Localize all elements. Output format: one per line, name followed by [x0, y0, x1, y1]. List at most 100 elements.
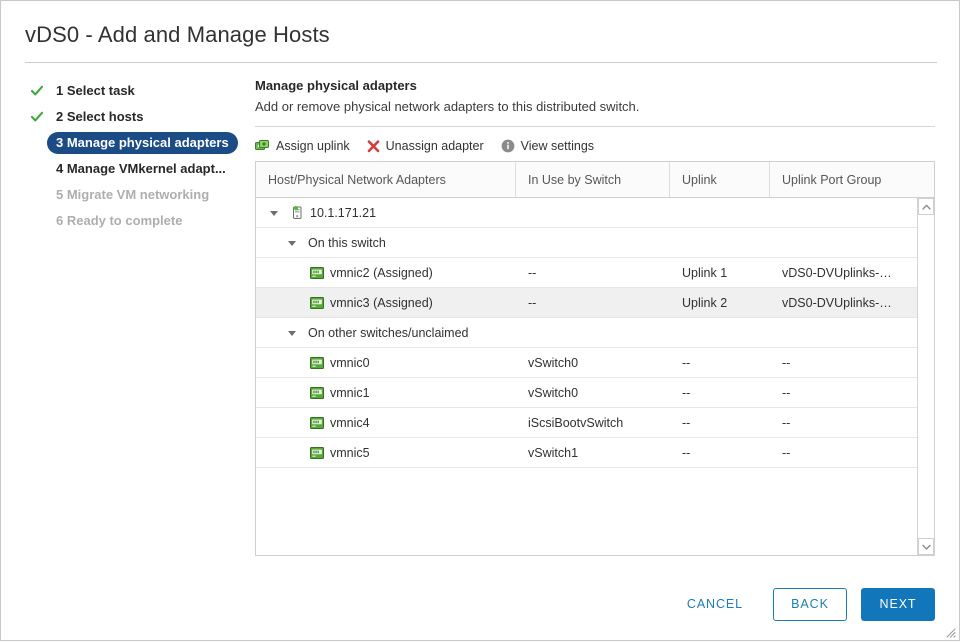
back-button[interactable]: BACK	[773, 587, 847, 621]
wizard-step-label: 1 Select task	[56, 83, 135, 98]
wizard-step-select-task[interactable]: 1 Select task	[25, 80, 245, 102]
scroll-down-button[interactable]	[918, 538, 934, 555]
table-row[interactable]: vmnic0 vSwitch0 -- --	[256, 348, 917, 378]
view-settings-label: View settings	[520, 139, 595, 153]
host-icon	[290, 205, 304, 220]
uplink-cell: --	[682, 415, 691, 430]
cancel-button[interactable]: CANCEL	[671, 588, 759, 621]
in-use-cell: iScsiBootvSwitch	[528, 415, 624, 430]
table-row[interactable]: vmnic4 iScsiBootvSwitch -- --	[256, 408, 917, 438]
table-header-row: Host/Physical Network Adapters In Use by…	[256, 162, 934, 198]
wizard-steps: 1 Select task 2 Select hosts 3 Manage ph…	[25, 77, 245, 568]
unassign-adapter-label: Unassign adapter	[385, 139, 484, 153]
chevron-up-icon	[921, 204, 931, 210]
column-header-uplink-port-group[interactable]: Uplink Port Group	[770, 162, 934, 197]
scrollbar-track[interactable]	[918, 215, 934, 538]
assign-uplink-label: Assign uplink	[276, 139, 350, 153]
column-header-host-physical-network-adapters[interactable]: Host/Physical Network Adapters	[256, 162, 516, 197]
wizard-step-label: 4 Manage VMkernel adapt...	[56, 161, 226, 176]
column-header-in-use-by-switch[interactable]: In Use by Switch	[516, 162, 670, 197]
adapter-name: vmnic1	[330, 385, 370, 400]
chevron-down-icon	[921, 544, 931, 550]
assign-uplink-icon	[255, 139, 270, 153]
adapter-cell: vmnic1	[256, 386, 516, 400]
pane-divider	[255, 126, 935, 127]
table-row[interactable]: On this switch	[256, 228, 917, 258]
adapter-cell: vmnic3 (Assigned)	[256, 296, 516, 310]
wizard-step-ready-to-complete: 6 Ready to complete	[25, 210, 245, 232]
table-row[interactable]: vmnic3 (Assigned) -- Uplink 2 vDS0-DVUpl…	[256, 288, 917, 318]
adapter-name: vmnic3 (Assigned)	[330, 295, 433, 310]
wizard-step-manage-physical-adapters[interactable]: 3 Manage physical adapters	[25, 132, 245, 154]
physical-adapters-table: Host/Physical Network Adapters In Use by…	[255, 161, 935, 556]
nic-icon	[310, 266, 324, 279]
adapter-cell: vmnic2 (Assigned)	[256, 266, 516, 280]
table-row[interactable]: vmnic1 vSwitch0 -- --	[256, 378, 917, 408]
nic-icon	[310, 446, 324, 459]
scroll-up-button[interactable]	[918, 198, 934, 215]
uplink-cell: Uplink 2	[682, 295, 728, 310]
uplink-port-group-cell: vDS0-DVUplinks-…	[782, 265, 892, 280]
table-body-area: 10.1.171.21 On this switch vmnic2 (Assig…	[256, 198, 934, 555]
table-row[interactable]: 10.1.171.21	[256, 198, 917, 228]
resize-grip-icon[interactable]	[944, 625, 956, 638]
assign-uplink-button[interactable]: Assign uplink	[255, 139, 350, 153]
adapter-name: vmnic0	[330, 355, 370, 370]
in-use-cell: --	[528, 295, 537, 310]
uplink-port-group-cell: --	[782, 385, 791, 400]
group-label: On this switch	[308, 235, 386, 250]
host-name: 10.1.171.21	[310, 205, 377, 220]
dialog-body: 1 Select task 2 Select hosts 3 Manage ph…	[1, 63, 959, 568]
table-body: 10.1.171.21 On this switch vmnic2 (Assig…	[256, 198, 917, 555]
info-icon	[501, 139, 515, 153]
wizard-step-label: 6 Ready to complete	[56, 213, 183, 228]
in-use-cell: --	[528, 265, 537, 280]
content-pane: Manage physical adapters Add or remove p…	[245, 77, 935, 568]
table-row[interactable]: vmnic5 vSwitch1 -- --	[256, 438, 917, 468]
wizard-step-label: 3 Manage physical adapters	[47, 132, 238, 154]
uplink-port-group-cell: --	[782, 445, 791, 460]
adapter-cell: vmnic5	[256, 446, 516, 460]
group-cell: On this switch	[256, 236, 516, 250]
column-header-uplink[interactable]: Uplink	[670, 162, 770, 197]
table-vertical-scrollbar[interactable]	[917, 198, 934, 555]
unassign-adapter-button[interactable]: Unassign adapter	[367, 139, 484, 153]
check-icon	[30, 85, 44, 97]
table-row[interactable]: vmnic2 (Assigned) -- Uplink 1 vDS0-DVUpl…	[256, 258, 917, 288]
page-title: vDS0 - Add and Manage Hosts	[25, 22, 330, 47]
wizard-step-manage-vmkernel-adapters[interactable]: 4 Manage VMkernel adapt...	[25, 158, 245, 180]
uplink-cell: --	[682, 355, 691, 370]
next-button[interactable]: NEXT	[861, 587, 935, 621]
close-x-icon	[367, 139, 380, 153]
pane-subtitle: Add or remove physical network adapters …	[255, 99, 640, 114]
adapter-name: vmnic2 (Assigned)	[330, 265, 433, 280]
uplink-cell: --	[682, 445, 691, 460]
adapter-cell: vmnic0	[256, 356, 516, 370]
collapse-caret-icon[interactable]	[288, 331, 296, 336]
collapse-caret-icon[interactable]	[288, 241, 296, 246]
uplink-port-group-cell: --	[782, 415, 791, 430]
add-and-manage-hosts-dialog: vDS0 - Add and Manage Hosts 1 Select tas…	[0, 0, 960, 641]
collapse-caret-icon[interactable]	[270, 211, 278, 216]
adapter-toolbar: Assign uplink Unassign adapter View sett…	[255, 131, 935, 161]
uplink-port-group-cell: vDS0-DVUplinks-…	[782, 295, 892, 310]
group-label: On other switches/unclaimed	[308, 325, 469, 340]
in-use-cell: vSwitch1	[528, 445, 579, 460]
dialog-header: vDS0 - Add and Manage Hosts	[1, 1, 959, 63]
table-row[interactable]: On other switches/unclaimed	[256, 318, 917, 348]
group-cell: On other switches/unclaimed	[256, 326, 516, 340]
nic-icon	[310, 386, 324, 399]
dialog-footer: CANCEL BACK NEXT	[1, 568, 959, 640]
nic-icon	[310, 296, 324, 309]
in-use-cell: vSwitch0	[528, 355, 579, 370]
adapter-name: vmnic5	[330, 445, 370, 460]
adapter-cell: vmnic4	[256, 416, 516, 430]
nic-icon	[310, 356, 324, 369]
pane-title: Manage physical adapters	[255, 78, 417, 93]
host-cell: 10.1.171.21	[256, 205, 516, 220]
wizard-step-select-hosts[interactable]: 2 Select hosts	[25, 106, 245, 128]
view-settings-button[interactable]: View settings	[501, 139, 594, 153]
nic-icon	[310, 416, 324, 429]
uplink-cell: --	[682, 385, 691, 400]
wizard-step-migrate-vm-networking: 5 Migrate VM networking	[25, 184, 245, 206]
